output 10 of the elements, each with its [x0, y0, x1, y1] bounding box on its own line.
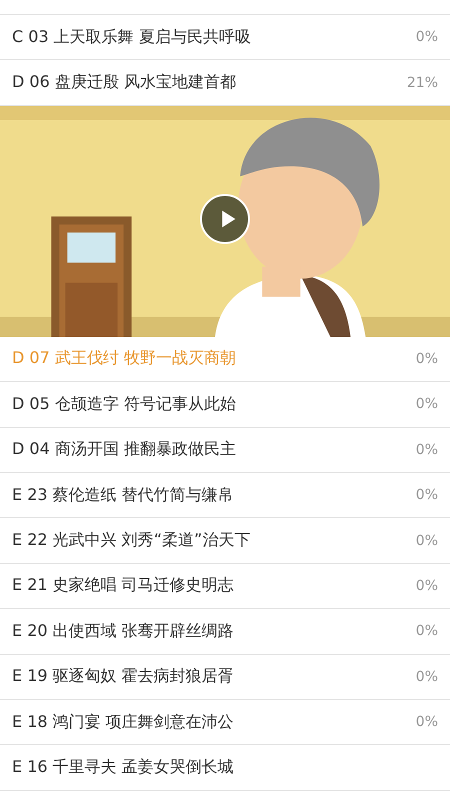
- lesson-item[interactable]: D 05 仓颉造字 符号记事从此始 0%: [0, 382, 450, 428]
- lesson-item[interactable]: E 22 光武中兴 刘秀“柔道”治天下 0%: [0, 518, 450, 564]
- lesson-item[interactable]: D 04 商汤开国 推翻暴政做民主 0%: [0, 428, 450, 473]
- lesson-item[interactable]: E 19 驱逐匈奴 霍去病封狼居胥 0%: [0, 654, 450, 700]
- lesson-item[interactable]: E 21 史家绝唱 司马迁修史明志 0%: [0, 564, 450, 610]
- lesson-item[interactable]: E 20 出使西域 张骞开辟丝绸路 0%: [0, 609, 450, 655]
- lesson-item[interactable]: E 23 蔡伦造纸 替代竹简与缣帛 0%: [0, 472, 450, 518]
- lesson-item[interactable]: E 16 千里寻夫 孟姜女哭倒长城: [0, 745, 450, 791]
- lesson-item[interactable]: C 03 上天取乐舞 夏启与民共呼吸 0%: [0, 15, 450, 60]
- lesson-item[interactable]: E 18 鸿门宴 项庄舞剑意在沛公 0%: [0, 700, 450, 746]
